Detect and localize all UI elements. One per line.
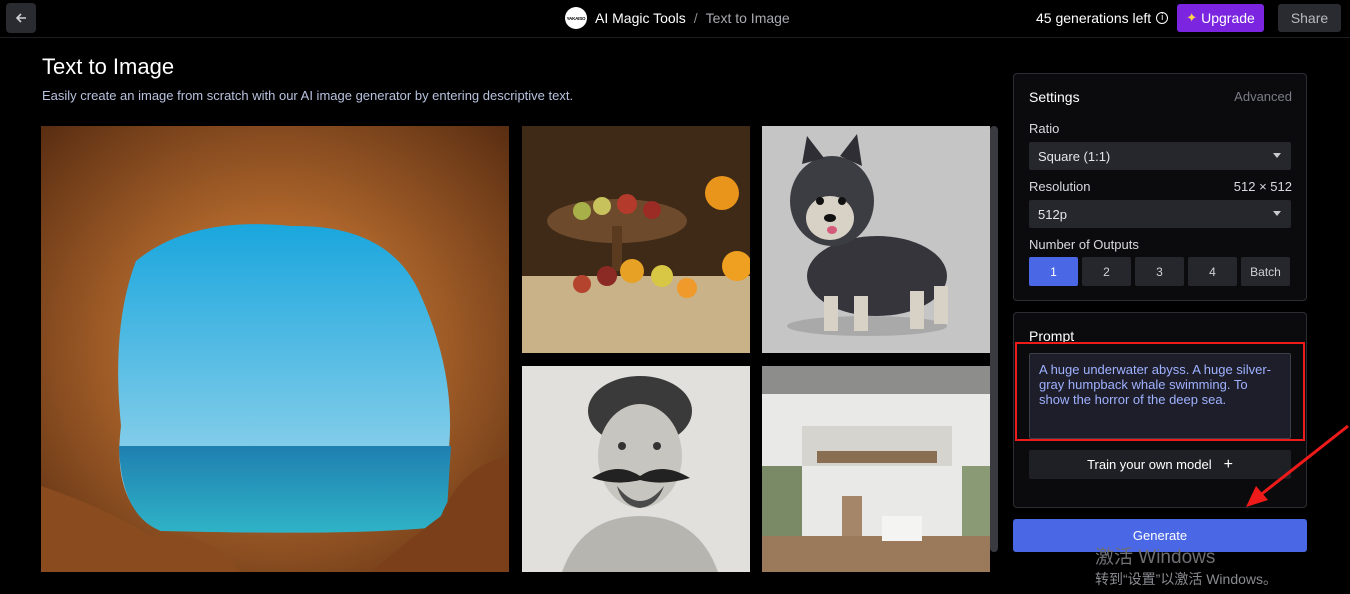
ratio-value: Square (1:1) [1038, 148, 1111, 164]
caret-down-icon [1273, 211, 1281, 216]
generations-left-label: 45 generations left [1036, 10, 1152, 26]
info-icon[interactable]: i [1156, 12, 1169, 24]
resolution-select[interactable]: 512p [1029, 200, 1291, 228]
app-logo: YAKAISO [565, 7, 587, 29]
upgrade-label: Upgrade [1201, 10, 1255, 26]
outputs-selector: 1 2 3 4 Batch [1029, 257, 1290, 286]
page-title: Text to Image [42, 54, 175, 79]
back-button[interactable] [6, 3, 36, 33]
output-4-button[interactable]: 4 [1188, 257, 1237, 286]
sparkle-icon: ✦ [1186, 10, 1198, 25]
breadcrumb: YAKAISO AI Magic Tools / Text to Image [565, 7, 790, 29]
settings-panel: Settings Advanced Ratio Square (1:1) Res… [1013, 73, 1307, 301]
windows-activation-hint: 转到“设置”以激活 Windows。 [1095, 571, 1278, 587]
caret-down-icon [1273, 153, 1281, 158]
upgrade-button[interactable]: ✦ Upgrade [1177, 4, 1264, 32]
husky-dog-image[interactable] [762, 126, 990, 353]
breadcrumb-app[interactable]: AI Magic Tools [595, 10, 686, 26]
plus-icon: + [1223, 455, 1233, 473]
cave-ocean-image[interactable] [41, 126, 509, 572]
resolution-label: Resolution [1029, 179, 1091, 194]
output-3-button[interactable]: 3 [1135, 257, 1184, 286]
windows-activation-title: 激活 Windows [1095, 547, 1216, 568]
resolution-dimensions: 512 × 512 [1233, 179, 1292, 194]
ratio-label: Ratio [1029, 121, 1060, 136]
mustache-portrait-sketch-image[interactable] [522, 366, 750, 572]
gallery-scrollbar[interactable] [990, 126, 998, 552]
generations-counter: 45 generations left i [1036, 10, 1169, 26]
top-bar: YAKAISO AI Magic Tools / Text to Image 4… [0, 0, 1350, 38]
output-2-button[interactable]: 2 [1082, 257, 1131, 286]
page-subtitle: Easily create an image from scratch with… [42, 88, 574, 103]
breadcrumb-separator: / [693, 10, 698, 26]
breadcrumb-page: Text to Image [705, 10, 790, 26]
resolution-value: 512p [1038, 206, 1067, 222]
share-button[interactable]: Share [1278, 4, 1341, 32]
prompt-title: Prompt [1029, 328, 1075, 344]
train-model-label: Train your own model [1087, 457, 1212, 472]
output-batch-button[interactable]: Batch [1241, 257, 1290, 286]
outputs-label: Number of Outputs [1029, 237, 1139, 252]
arrow-left-icon [15, 13, 26, 23]
advanced-link[interactable]: Advanced [1234, 89, 1292, 104]
output-1-button[interactable]: 1 [1029, 257, 1078, 286]
annotation-arrow-icon [1246, 424, 1349, 507]
modern-interior-image[interactable] [762, 366, 990, 572]
fruit-still-life-image[interactable] [522, 126, 750, 353]
ratio-select[interactable]: Square (1:1) [1029, 142, 1291, 170]
settings-title: Settings [1029, 89, 1080, 105]
